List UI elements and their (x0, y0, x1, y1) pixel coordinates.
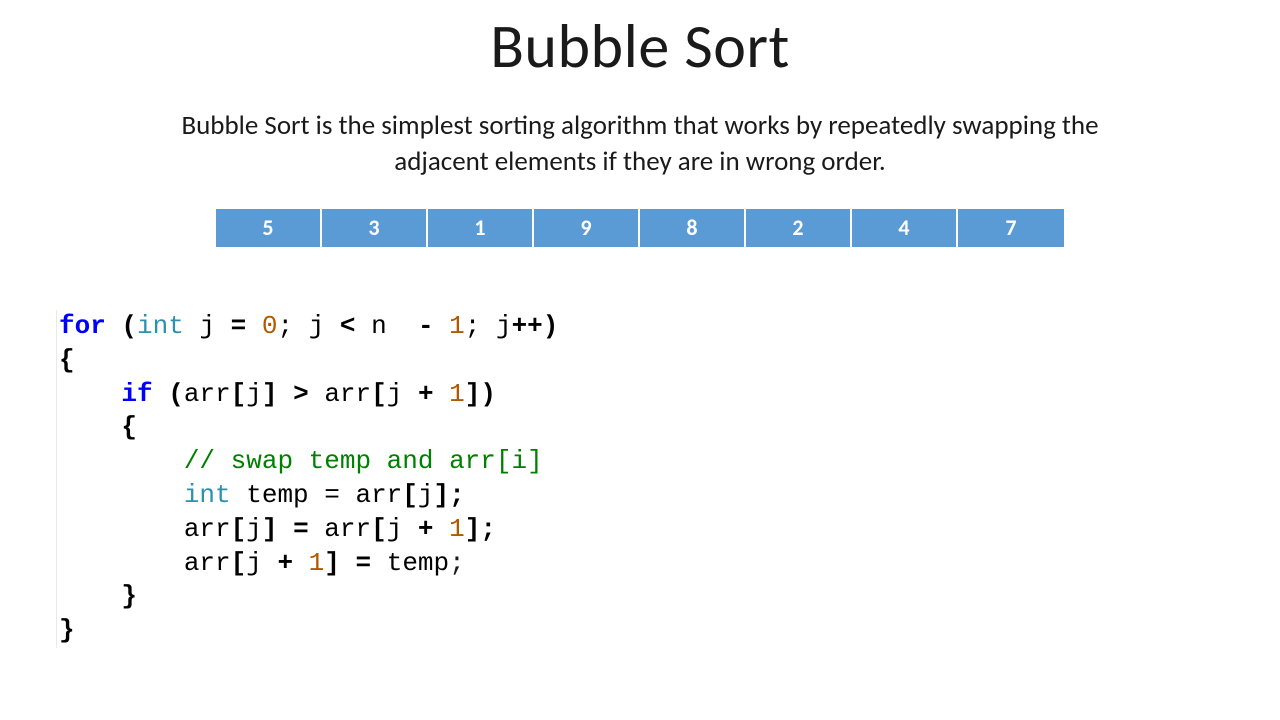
array-cell: 4 (852, 209, 958, 247)
id-temp: temp (387, 548, 449, 578)
punct: ; j (465, 311, 512, 341)
id-j: j (418, 480, 434, 510)
num-1: 1 (449, 514, 465, 544)
brace-open: { (59, 345, 75, 375)
num-1: 1 (449, 379, 465, 409)
type-int: int (137, 311, 184, 341)
bracket-open: [ (402, 480, 418, 510)
brace-close: } (121, 581, 137, 611)
id-j: j (246, 548, 262, 578)
punct: = (215, 311, 262, 341)
id-j: j (387, 514, 403, 544)
punct: ( (153, 379, 184, 409)
code-block: for (int j = 0; j < n - 1; j++) { if (ar… (56, 310, 558, 648)
array-cell: 7 (958, 209, 1064, 247)
op-plus: + (262, 548, 309, 578)
op-eq: = (356, 548, 372, 578)
punct: ] > (262, 379, 324, 409)
punct: ]) (465, 379, 496, 409)
id-j: j (246, 514, 262, 544)
bracket-open: [ (231, 514, 247, 544)
array-cell: 8 (640, 209, 746, 247)
array-cell: 9 (534, 209, 640, 247)
op-plus: + (402, 379, 449, 409)
op-plus: + (402, 514, 449, 544)
id-arr: arr (324, 379, 371, 409)
description-text: Bubble Sort is the simplest sorting algo… (160, 108, 1120, 181)
brace-close: } (59, 615, 75, 645)
array-cell: 1 (428, 209, 534, 247)
id-temp: temp = (231, 480, 356, 510)
op-minus: - (387, 311, 449, 341)
id-j: j (199, 311, 215, 341)
punct: ] = (262, 514, 324, 544)
id-arr: arr (184, 514, 231, 544)
punct: ] (324, 548, 355, 578)
array-row: 5 3 1 9 8 2 4 7 (0, 209, 1280, 247)
punct: ; (277, 311, 308, 341)
sp (184, 311, 200, 341)
page-title: Bubble Sort (0, 0, 1280, 84)
kw-for: for (59, 311, 106, 341)
id-n: n (371, 311, 387, 341)
punct: ( (106, 311, 137, 341)
array-cell: 5 (216, 209, 322, 247)
id-arr: arr (324, 514, 371, 544)
id-j: j (309, 311, 325, 341)
op-lt: < (324, 311, 371, 341)
punct: ]; (465, 514, 496, 544)
bracket-open: [ (231, 548, 247, 578)
bracket-open: [ (371, 514, 387, 544)
id-j: j (246, 379, 262, 409)
op-pp: ++) (512, 311, 559, 341)
id-arr: arr (355, 480, 402, 510)
type-int: int (184, 480, 231, 510)
num-1: 1 (449, 311, 465, 341)
id-j: j (387, 379, 403, 409)
comment: // swap temp and arr[i] (184, 446, 543, 476)
num-1: 1 (309, 548, 325, 578)
kw-if: if (121, 379, 152, 409)
slide: Bubble Sort Bubble Sort is the simplest … (0, 0, 1280, 720)
id-arr: arr (184, 379, 231, 409)
bracket-open: [ (231, 379, 247, 409)
num-0: 0 (262, 311, 278, 341)
array-cell: 2 (746, 209, 852, 247)
array-cell: 3 (322, 209, 428, 247)
brace-open: { (121, 412, 137, 442)
id-arr: arr (184, 548, 231, 578)
bracket-open: [ (371, 379, 387, 409)
punct: ]; (434, 480, 465, 510)
